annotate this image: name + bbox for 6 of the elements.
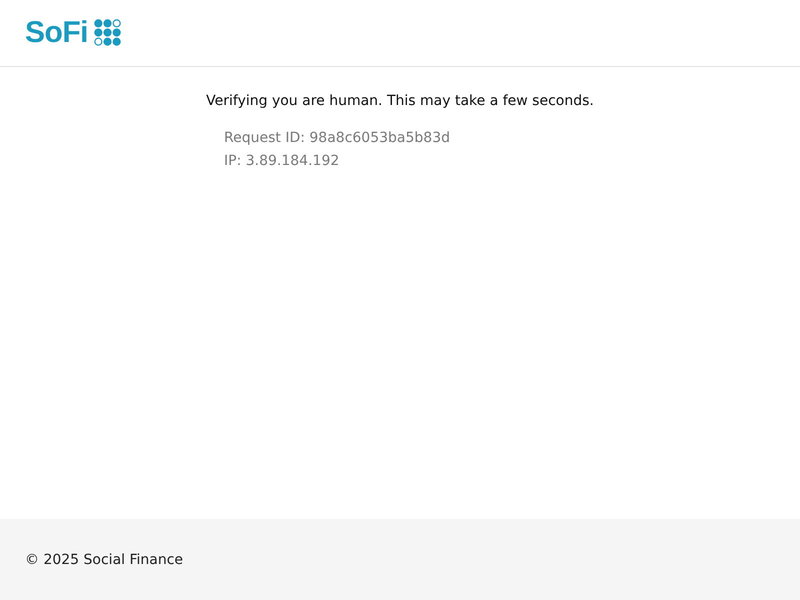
copyright-text: © 2025 Social Finance: [25, 552, 184, 568]
detail-text: Request ID: 98a8c6053ba5b83d: [224, 129, 450, 148]
dots-logo-icon: [94, 19, 122, 47]
logo-wordmark: SoFi: [25, 16, 88, 50]
detail-text: IP: 3.89.184.192: [224, 152, 340, 171]
status-message: Verifying you are human. This may take a few seconds.: [206, 93, 594, 109]
